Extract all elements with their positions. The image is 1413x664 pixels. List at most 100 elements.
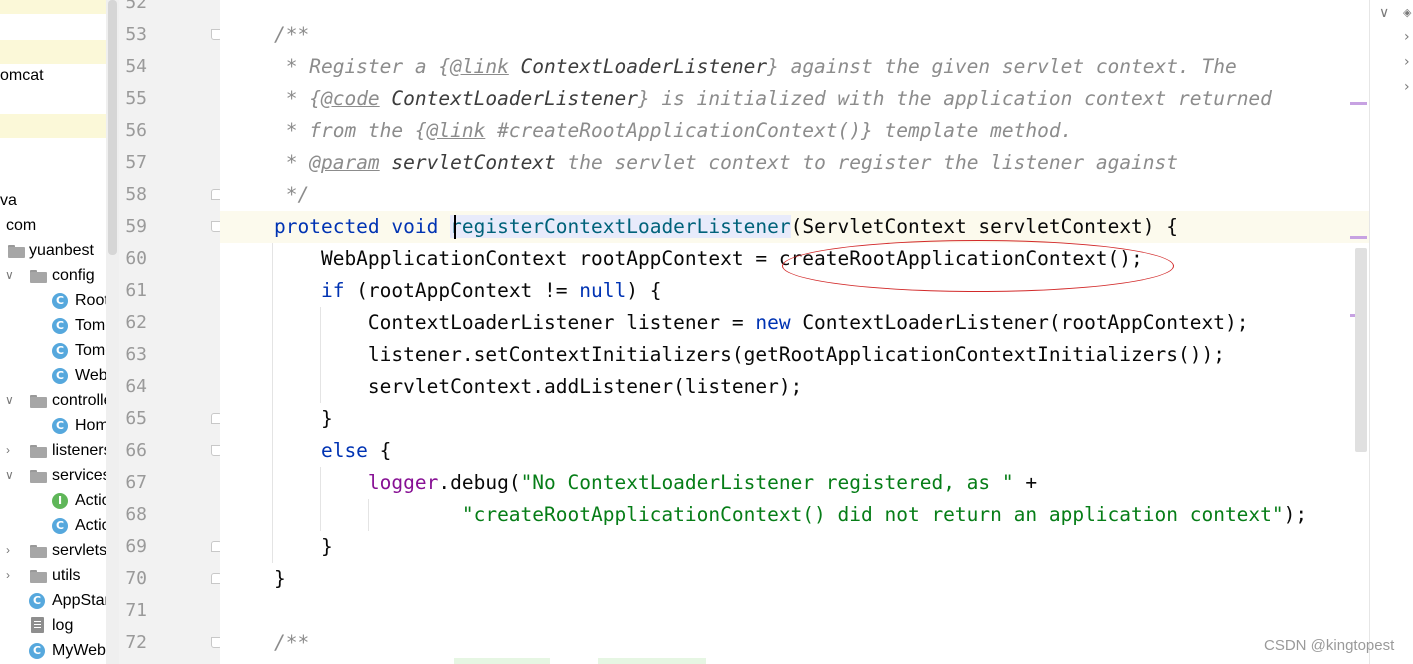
comment-text: * {: [274, 87, 321, 110]
chevron-right-icon[interactable]: ›: [6, 569, 18, 581]
tree-item-class[interactable]: C AppStart: [0, 589, 106, 614]
tree-item-services[interactable]: ∨ services: [0, 464, 106, 489]
line-number: 65: [125, 408, 147, 429]
tree-item-yuanbest[interactable]: yuanbest: [0, 239, 106, 264]
string-literal: "No ContextLoaderListener registered, as…: [520, 471, 1014, 494]
method-declaration[interactable]: registerContextLoaderListener: [450, 215, 791, 238]
chevron-right-icon[interactable]: ›: [6, 544, 18, 556]
editor-scrollbar-thumb[interactable]: [1355, 248, 1367, 452]
keyword: if: [274, 279, 345, 302]
tree-item-label: Home: [75, 417, 106, 434]
tree-item-label: controlle: [52, 392, 106, 409]
java-class-icon: C: [52, 368, 68, 384]
tree-item-class[interactable]: C WebC: [0, 364, 106, 389]
code-line: * from the {@link #createRootApplication…: [274, 115, 1073, 147]
tree-item-label: WebC: [75, 367, 106, 384]
chevron-right-icon[interactable]: ›: [1404, 30, 1410, 44]
code-line: * {@code ContextLoaderListener} is initi…: [274, 83, 1272, 115]
line-number: 56: [125, 120, 147, 141]
code-text: ContextLoaderListener(rootAppContext);: [790, 311, 1249, 334]
code-text: listener.setContextInitializers(getRootA…: [274, 343, 1225, 366]
java-class-icon: C: [52, 418, 68, 434]
code-text: {: [367, 439, 392, 462]
chevron-down-icon[interactable]: ∨: [5, 469, 17, 481]
java-class-icon: C: [29, 593, 45, 609]
code-text: (rootAppContext !=: [344, 279, 580, 302]
line-number: 61: [125, 280, 147, 301]
tree-item-servlets[interactable]: › servlets: [0, 539, 106, 564]
line-number: 64: [125, 376, 147, 397]
tree-item-interface[interactable]: I Action: [0, 489, 106, 514]
chevron-right-icon[interactable]: ›: [6, 444, 18, 456]
chevron-right-icon[interactable]: ›: [1404, 80, 1410, 94]
error-stripe-mark[interactable]: [1350, 236, 1367, 239]
javadoc-tag: @link: [426, 119, 486, 142]
tree-item-class[interactable]: C Action: [0, 514, 106, 539]
tree-item-java[interactable]: va: [0, 189, 106, 214]
keyword: protected: [274, 215, 380, 238]
tree-item-utils[interactable]: › utils: [0, 564, 106, 589]
tree-item-class[interactable]: C RootC: [0, 289, 106, 314]
comment-text: #createRootApplicationContext(): [485, 119, 862, 142]
tree-item-class[interactable]: C MyWebA: [0, 639, 106, 664]
line-number: 71: [125, 600, 147, 621]
javadoc-reference: ContextLoaderListener: [379, 87, 638, 110]
notification-icon[interactable]: ◈: [1403, 6, 1411, 20]
project-tree-scrollbar[interactable]: [106, 0, 119, 664]
folder-icon: [30, 270, 47, 283]
code-line: listener.setContextInitializers(getRootA…: [274, 339, 1225, 371]
line-number: 60: [125, 248, 147, 269]
javadoc-reference: ContextLoaderListener: [508, 55, 768, 78]
tree-item-tomcat[interactable]: omcat: [0, 64, 106, 89]
scrollbar-thumb[interactable]: [108, 0, 117, 255]
tree-item-class[interactable]: C Tomca: [0, 339, 106, 364]
watermark: CSDN @kingtopest: [1264, 637, 1395, 654]
java-class-icon: C: [52, 343, 68, 359]
tree-item-label: omcat: [0, 67, 44, 84]
error-stripe-mark[interactable]: [1350, 102, 1367, 105]
folder-icon: [30, 545, 47, 558]
tree-item-file[interactable]: log: [0, 614, 106, 639]
code-line: "createRootApplicationContext() did not …: [274, 499, 1307, 531]
comment-text: * Register a {: [274, 55, 451, 78]
tree-item-label: AppStart: [52, 592, 106, 609]
code-line: * Register a {@link ContextLoaderListene…: [274, 51, 1237, 83]
selection-highlight: [0, 0, 106, 14]
javadoc-reference: servletContext: [379, 151, 556, 174]
folder-icon: [30, 395, 47, 408]
keyword: new: [755, 311, 791, 334]
code-line: ContextLoaderListener listener = new Con…: [274, 307, 1249, 339]
tree-item-label: servlets: [52, 542, 106, 559]
line-number: 52: [125, 0, 147, 13]
code-line: }: [274, 563, 286, 595]
code-text: (ServletContext servletContext) {: [790, 215, 1179, 238]
code-editor[interactable]: /** * Register a {@link ContextLoaderLis…: [220, 0, 1370, 664]
javadoc-tag: @param: [309, 151, 380, 174]
tree-item-controller[interactable]: ∨ controlle: [0, 389, 106, 414]
selection-highlight: [0, 114, 106, 138]
tree-item-label: Tomca: [75, 317, 106, 334]
tree-item-class[interactable]: C Home: [0, 414, 106, 439]
tree-item-label: Action: [75, 517, 106, 534]
line-number: 68: [125, 504, 147, 525]
tree-item-config[interactable]: ∨ config: [0, 264, 106, 289]
chevron-right-icon[interactable]: ›: [1404, 55, 1410, 69]
line-number: 62: [125, 312, 147, 333]
comment-text: } is initialized with the application co…: [637, 87, 1272, 110]
chevron-down-icon[interactable]: ∨: [5, 394, 17, 406]
field-reference: logger: [367, 471, 439, 494]
code-text: }: [274, 567, 286, 590]
tree-item-label: Action: [75, 492, 106, 509]
tree-item-class[interactable]: C Tomca: [0, 314, 106, 339]
java-class-icon: C: [52, 293, 68, 309]
tree-item-com[interactable]: com: [0, 214, 106, 239]
line-number: 66: [125, 440, 147, 461]
chevron-down-icon[interactable]: ∨: [5, 269, 17, 281]
code-text: ) {: [626, 279, 662, 302]
editor-gutter: 52 53 54 55 56 57 58 59 60 61 62 63 64 6…: [119, 0, 222, 664]
java-class-icon: C: [52, 318, 68, 334]
javadoc-tag: @link: [450, 55, 509, 78]
project-tree: omcat va com yuanbest ∨ config C RootC C…: [0, 0, 106, 664]
tree-item-listeners[interactable]: › listeners: [0, 439, 106, 464]
chevron-down-icon[interactable]: ∨: [1379, 6, 1389, 20]
